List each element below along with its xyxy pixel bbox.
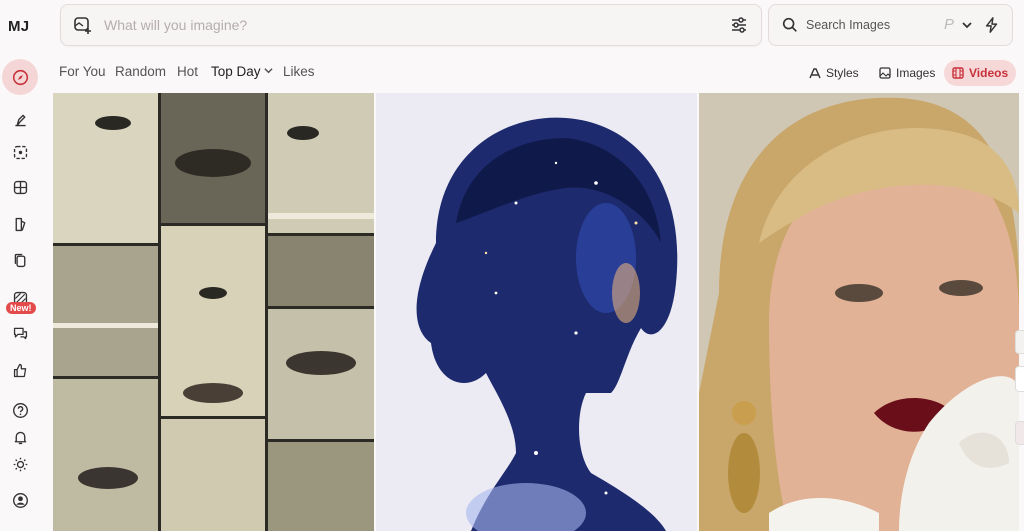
gallery-item-anime[interactable] xyxy=(376,93,697,531)
help-icon xyxy=(12,402,28,418)
tab-likes[interactable]: Likes xyxy=(283,64,315,79)
anime-image xyxy=(376,93,697,531)
brush-icon xyxy=(14,114,26,126)
chevron-down-icon xyxy=(263,68,273,74)
collage-image xyxy=(53,93,374,531)
gallery-item-portrait[interactable] xyxy=(699,93,1019,531)
compass-icon xyxy=(12,69,28,85)
tab-random[interactable]: Random xyxy=(115,64,166,79)
videos-label: Videos xyxy=(969,66,1009,80)
sidebar-item-likes[interactable] xyxy=(6,356,34,384)
sidebar-item-create[interactable] xyxy=(6,106,34,134)
new-badge: New! xyxy=(6,302,36,314)
chevron-down-icon[interactable] xyxy=(962,20,972,30)
search-input[interactable]: Search Images xyxy=(806,18,890,32)
sidebar-item-personalize[interactable] xyxy=(6,210,34,238)
sidebar-item-profile[interactable] xyxy=(6,486,34,514)
tab-top-day-label: Top Day xyxy=(211,64,261,79)
palette-icon xyxy=(15,217,25,231)
app-logo[interactable]: MJ xyxy=(8,18,29,35)
styles-label: Styles xyxy=(826,66,859,80)
film-icon xyxy=(952,67,964,79)
prompt-box[interactable]: What will you imagine? xyxy=(60,4,762,46)
chat-icon xyxy=(13,327,27,339)
side-handle[interactable] xyxy=(1015,366,1024,392)
personalization-label[interactable]: P xyxy=(944,16,954,33)
sliders-icon[interactable] xyxy=(729,15,749,35)
tab-hot[interactable]: Hot xyxy=(177,64,198,79)
side-handle[interactable] xyxy=(1015,421,1024,445)
grid-icon xyxy=(13,180,27,194)
tab-for-you[interactable]: For You xyxy=(59,64,106,79)
prompt-input[interactable]: What will you imagine? xyxy=(104,17,247,33)
sun-icon xyxy=(13,457,27,471)
search-icon xyxy=(782,17,797,32)
sidebar-item-notifications[interactable] xyxy=(6,423,34,451)
sidebar-item-moodboards[interactable] xyxy=(6,246,34,274)
image-gallery xyxy=(53,93,1019,531)
thumbs-up-icon xyxy=(13,363,26,377)
tab-top-day[interactable]: Top Day xyxy=(211,64,273,79)
user-icon xyxy=(12,492,28,508)
sidebar: MJ New! xyxy=(0,0,42,531)
videos-button[interactable]: Videos xyxy=(944,60,1017,86)
styles-button[interactable]: Styles xyxy=(801,60,867,86)
sidebar-item-help[interactable] xyxy=(6,396,34,424)
sidebar-item-theme[interactable] xyxy=(6,450,34,478)
sidebar-item-edit[interactable] xyxy=(6,138,34,166)
images-label: Images xyxy=(896,66,936,80)
sidebar-item-organize[interactable] xyxy=(6,173,34,201)
side-handle[interactable] xyxy=(1015,330,1024,354)
search-box[interactable]: Search Images P xyxy=(768,4,1013,46)
copy-icon xyxy=(14,253,25,267)
images-button[interactable]: Images xyxy=(871,60,943,86)
sidebar-item-chat[interactable] xyxy=(6,319,34,347)
image-add-icon[interactable] xyxy=(73,15,93,35)
gallery-item-collage[interactable] xyxy=(53,93,374,531)
bolt-icon[interactable] xyxy=(983,16,1001,34)
bell-icon xyxy=(14,431,26,444)
portrait-image xyxy=(699,93,1019,531)
sidebar-item-explore[interactable] xyxy=(2,59,38,95)
styles-icon xyxy=(809,68,821,79)
edit-icon xyxy=(13,145,27,159)
image-icon xyxy=(879,67,891,79)
